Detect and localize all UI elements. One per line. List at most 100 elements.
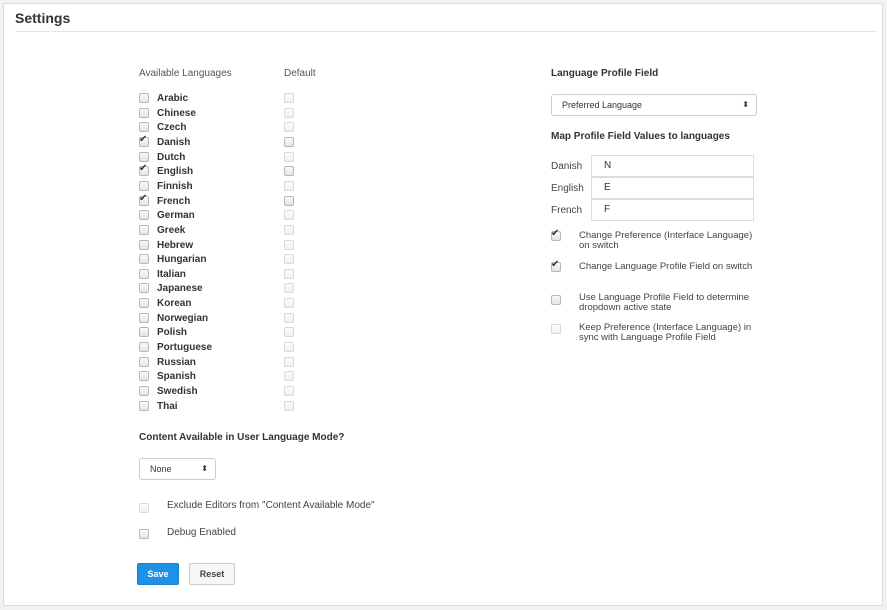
debug-enabled-checkbox[interactable] [139, 529, 149, 539]
default-checkbox-hebrew[interactable] [284, 240, 294, 250]
profile-field-select-value: Preferred Language [562, 100, 643, 110]
default-checkbox-portuguese[interactable] [284, 342, 294, 352]
content-mode-select-value: None [150, 464, 172, 474]
available-checkbox-chinese[interactable] [139, 108, 149, 118]
available-checkbox-dutch[interactable] [139, 152, 149, 162]
available-checkbox-norwegian[interactable] [139, 313, 149, 323]
change-preference-label: Change Preference (Interface Language) o… [579, 230, 753, 251]
available-checkbox-german[interactable] [139, 210, 149, 220]
map-input-danish[interactable]: N [591, 155, 754, 177]
available-checkbox-polish[interactable] [139, 327, 149, 337]
language-row-english: ✔ English [0, 163, 400, 180]
default-checkbox-thai[interactable] [284, 401, 294, 411]
language-label: Thai [157, 401, 178, 412]
available-checkbox-italian[interactable] [139, 269, 149, 279]
exclude-editors-checkbox[interactable] [139, 503, 149, 513]
content-mode-select[interactable]: None ⬍ [139, 458, 216, 480]
change-profile-field-checkbox[interactable]: ✔ [551, 259, 561, 272]
available-checkbox-swedish[interactable] [139, 386, 149, 396]
default-checkbox-russian[interactable] [284, 357, 294, 367]
map-label-french: French [551, 205, 583, 216]
default-checkbox-polish[interactable] [284, 327, 294, 337]
keep-preference-sync-checkbox[interactable] [551, 324, 561, 334]
available-checkbox-japanese[interactable] [139, 283, 149, 293]
default-checkbox-french[interactable] [284, 196, 294, 206]
default-checkbox-spanish[interactable] [284, 371, 294, 381]
map-input-english[interactable]: E [591, 177, 754, 199]
save-button[interactable]: Save [137, 563, 179, 585]
default-checkbox-italian[interactable] [284, 269, 294, 279]
reset-button[interactable]: Reset [189, 563, 235, 585]
available-checkbox-greek[interactable] [139, 225, 149, 235]
default-checkbox-danish[interactable] [284, 137, 294, 147]
default-checkbox-english[interactable] [284, 166, 294, 176]
language-row-arabic: Arabic [0, 93, 400, 107]
language-label: Czech [157, 122, 187, 133]
check-icon: ✔ [551, 228, 560, 239]
available-checkbox-french[interactable]: ✔ [139, 193, 149, 206]
available-checkbox-thai[interactable] [139, 401, 149, 411]
keep-preference-sync-label: Keep Preference (Interface Language) in … [579, 322, 752, 343]
default-checkbox-greek[interactable] [284, 225, 294, 235]
available-checkbox-spanish[interactable] [139, 371, 149, 381]
default-checkbox-swedish[interactable] [284, 386, 294, 396]
language-row-german: German [0, 210, 400, 224]
language-label: Spanish [157, 371, 196, 382]
default-checkbox-korean[interactable] [284, 298, 294, 308]
default-checkbox-dutch[interactable] [284, 152, 294, 162]
page-title: Settings [15, 10, 71, 26]
change-preference-checkbox[interactable]: ✔ [551, 228, 561, 241]
language-label: French [157, 196, 191, 207]
default-checkbox-japanese[interactable] [284, 283, 294, 293]
available-checkbox-finnish[interactable] [139, 181, 149, 191]
available-checkbox-danish[interactable]: ✔ [139, 134, 149, 147]
default-checkbox-german[interactable] [284, 210, 294, 220]
map-label-english: English [551, 183, 584, 194]
default-checkbox-czech[interactable] [284, 122, 294, 132]
language-row-greek: Greek [0, 225, 400, 239]
language-label: English [157, 166, 194, 177]
map-input-french[interactable]: F [591, 199, 754, 221]
map-values-heading: Map Profile Field Values to languages [551, 131, 730, 142]
language-row-hebrew: Hebrew [0, 240, 400, 254]
language-row-czech: Czech [0, 122, 400, 136]
default-header: Default [284, 68, 316, 79]
available-checkbox-hebrew[interactable] [139, 240, 149, 250]
available-checkbox-portuguese[interactable] [139, 342, 149, 352]
profile-field-select[interactable]: Preferred Language ⬍ [551, 94, 757, 116]
language-label: Hebrew [157, 240, 194, 251]
language-label: Japanese [157, 283, 203, 294]
default-checkbox-chinese[interactable] [284, 108, 294, 118]
dropdown-active-state-checkbox[interactable] [551, 295, 561, 305]
language-row-polish: Polish [0, 327, 400, 341]
available-checkbox-english[interactable]: ✔ [139, 163, 149, 176]
language-label: Danish [157, 137, 191, 148]
language-label: Korean [157, 298, 192, 309]
dropdown-active-state-label: Use Language Profile Field to determine … [579, 292, 750, 313]
language-row-norwegian: Norwegian [0, 313, 400, 327]
available-checkbox-czech[interactable] [139, 122, 149, 132]
language-row-dutch: Dutch [0, 152, 400, 166]
default-checkbox-norwegian[interactable] [284, 313, 294, 323]
default-checkbox-hungarian[interactable] [284, 254, 294, 264]
language-label: Polish [157, 327, 188, 338]
check-icon: ✔ [139, 193, 148, 204]
language-label: Chinese [157, 108, 196, 119]
language-row-russian: Russian [0, 357, 400, 371]
language-row-finnish: Finnish [0, 181, 400, 195]
available-checkbox-russian[interactable] [139, 357, 149, 367]
default-checkbox-finnish[interactable] [284, 181, 294, 191]
exclude-editors-label: Exclude Editors from "Content Available … [167, 500, 375, 511]
profile-field-heading: Language Profile Field [551, 68, 659, 79]
language-row-chinese: Chinese [0, 108, 400, 122]
updown-caret-icon: ⬍ [742, 100, 749, 109]
language-row-italian: Italian [0, 269, 400, 283]
language-row-japanese: Japanese [0, 283, 400, 297]
available-checkbox-korean[interactable] [139, 298, 149, 308]
available-checkbox-hungarian[interactable] [139, 254, 149, 264]
check-icon: ✔ [139, 163, 148, 174]
default-checkbox-arabic[interactable] [284, 93, 294, 103]
language-label: Italian [157, 269, 186, 280]
map-label-danish: Danish [551, 161, 583, 172]
available-checkbox-arabic[interactable] [139, 93, 149, 103]
